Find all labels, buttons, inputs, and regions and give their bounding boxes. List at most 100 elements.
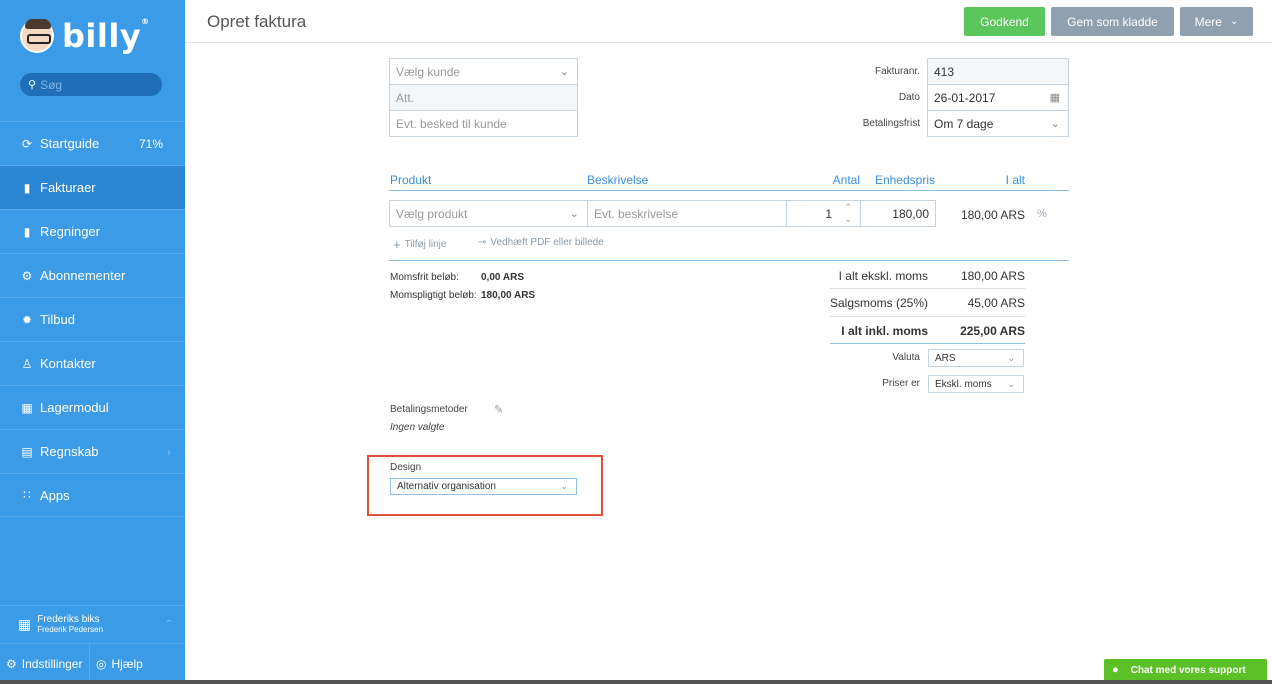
bill-icon: ▮ [23, 224, 31, 239]
prices-value: Ekskl. moms [935, 378, 992, 390]
inventory-icon: ▦ [21, 400, 33, 415]
totals-rule [830, 343, 1025, 344]
chevron-down-icon: ⌄ [1229, 16, 1239, 27]
sidebar-item-label: Regninger [40, 224, 100, 239]
sidebar-item-apps[interactable]: ∷ Apps [0, 473, 185, 517]
currency-value: ARS [935, 352, 956, 364]
organization-switcher[interactable]: ▦ Frederiks biks Frederik Pedersen ⌃ [0, 605, 185, 643]
edit-icon[interactable]: ✎ [494, 403, 503, 416]
chevron-up-icon: ⌃ [164, 619, 173, 630]
stepper-up-icon[interactable]: ⌃ [844, 202, 852, 213]
description-placeholder: Evt. beskrivelse [594, 206, 679, 221]
invoice-icon: ▮ [23, 180, 31, 195]
col-description: Beskrivelse [587, 173, 649, 187]
sidebar-item-tilbud[interactable]: ✹ Tilbud [0, 297, 185, 341]
sidebar-bottom-bar: ⚙ Indstillinger ◎ Hjælp [0, 643, 185, 684]
invoice-no-field[interactable]: 413 [927, 58, 1069, 85]
more-label: Mere [1194, 14, 1222, 29]
invoice-no-value: 413 [934, 64, 955, 79]
sidebar-item-regnskab[interactable]: ▤ Regnskab › [0, 429, 185, 473]
settings-button[interactable]: ⚙ Indstillinger [0, 644, 90, 684]
sidebar-item-label: Abonnementer [40, 268, 126, 283]
unit-price-value: 180,00 [892, 206, 929, 221]
search-box[interactable]: ⚲ [20, 73, 162, 96]
prices-label: Priser er [882, 378, 920, 389]
unit-price-field[interactable]: 180,00 [860, 200, 936, 227]
line-total: 180,00 ARS [960, 208, 1025, 222]
sidebar-item-kontakter[interactable]: ♙ Kontakter [0, 341, 185, 385]
help-label: Hjælp [111, 657, 143, 671]
message-field[interactable]: Evt. besked til kunde [389, 110, 578, 137]
sidebar-item-fakturaer[interactable]: ▮ Fakturaer [0, 165, 185, 209]
due-label: Betalingsfrist [862, 118, 920, 129]
sidebar: billy® ⚲ ⟳ Startguide 71% ▮ Fakturaer ▮ … [0, 0, 185, 684]
product-select[interactable]: Vælg produkt ⌄ [389, 200, 588, 227]
chevron-down-icon: ⌄ [1050, 118, 1060, 130]
currency-select[interactable]: ARS ⌄ [928, 349, 1024, 367]
discount-button[interactable]: % [1037, 208, 1047, 220]
totals-divider [830, 288, 1025, 289]
lifebuoy-icon: ◎ [96, 657, 107, 671]
chat-label: Chat med vores support [1130, 664, 1246, 676]
message-placeholder: Evt. besked til kunde [396, 116, 507, 131]
qty-stepper[interactable]: 1 ⌃ ⌄ [786, 200, 861, 227]
sidebar-nav: ⟳ Startguide 71% ▮ Fakturaer ▮ Regninger… [0, 121, 185, 517]
paperclip-icon: ⊸ [478, 237, 487, 248]
chevron-down-icon: ⌄ [569, 208, 579, 220]
chat-bubble-icon: ● [1112, 664, 1119, 676]
sidebar-item-label: Kontakter [40, 356, 96, 371]
date-label: Dato [898, 92, 920, 103]
customer-select[interactable]: Vælg kunde ⌄ [389, 58, 578, 85]
description-field[interactable]: Evt. beskrivelse [587, 200, 787, 227]
sidebar-item-label: Lagermodul [40, 400, 109, 415]
col-qty: Antal [832, 173, 860, 187]
qty-value: 1 [825, 206, 832, 221]
logo-text: billy® [62, 17, 150, 55]
page-title: Opret faktura [207, 12, 307, 31]
sidebar-item-regninger[interactable]: ▮ Regninger [0, 209, 185, 253]
header-rule [389, 190, 1069, 191]
payment-methods-value: Ingen valgte [390, 422, 445, 433]
contacts-icon: ♙ [21, 356, 33, 371]
save-draft-button[interactable]: Gem som kladde [1051, 7, 1174, 36]
sidebar-item-lagermodul[interactable]: ▦ Lagermodul [0, 385, 185, 429]
org-text: Frederiks biks Frederik Pedersen [37, 614, 103, 635]
sidebar-item-label: Fakturaer [40, 180, 96, 195]
chevron-down-icon: ⌄ [1007, 352, 1015, 363]
approve-button[interactable]: Godkend [964, 7, 1045, 36]
att-placeholder: Att. [396, 90, 415, 105]
vat-free-label: Momsfrit beløb: [390, 272, 459, 283]
col-total: I alt [1005, 173, 1025, 187]
app-root: billy® ⚲ ⟳ Startguide 71% ▮ Fakturaer ▮ … [0, 0, 1272, 684]
attach-link[interactable]: ⊸ Vedhæft PDF eller billede [478, 237, 604, 248]
subscription-icon: ⚙ [21, 268, 33, 283]
progress-badge: 71% [138, 136, 163, 151]
sidebar-item-abonnementer[interactable]: ⚙ Abonnementer [0, 253, 185, 297]
help-button[interactable]: ◎ Hjælp [90, 644, 143, 684]
total-incl-value: 225,00 ARS [960, 324, 1025, 338]
attach-label: Vedhæft PDF eller billede [490, 237, 604, 248]
att-field[interactable]: Att. [389, 84, 578, 111]
col-product: Produkt [390, 173, 432, 187]
prices-select[interactable]: Ekskl. moms ⌄ [928, 375, 1024, 393]
date-field[interactable]: 26-01-2017 ▦ [927, 84, 1069, 111]
chat-support-button[interactable]: ● Chat med vores support [1104, 659, 1267, 681]
offer-icon: ✹ [21, 312, 33, 327]
col-unit-price: Enhedspris [874, 173, 935, 187]
currency-label: Valuta [892, 352, 920, 363]
calendar-icon[interactable]: ▦ [1050, 91, 1060, 104]
more-button[interactable]: Mere ⌄ [1180, 7, 1253, 36]
search-input[interactable] [40, 77, 151, 92]
sidebar-item-startguide[interactable]: ⟳ Startguide 71% [0, 121, 185, 165]
gear-icon: ⚙ [6, 657, 17, 671]
vat-liable-label: Momspligtigt beløb: [390, 290, 477, 301]
sidebar-item-label: Apps [40, 487, 70, 503]
stepper-down-icon[interactable]: ⌄ [844, 214, 852, 225]
product-placeholder: Vælg produkt [396, 206, 468, 221]
vat-value: 45,00 ARS [967, 296, 1025, 310]
billy-logo[interactable]: billy® [20, 16, 150, 56]
chevron-down-icon: ⌄ [559, 66, 569, 78]
due-select[interactable]: Om 7 dage ⌄ [927, 110, 1069, 137]
highlight-box [367, 455, 603, 516]
add-line-link[interactable]: + Tilføj linje [393, 237, 446, 252]
